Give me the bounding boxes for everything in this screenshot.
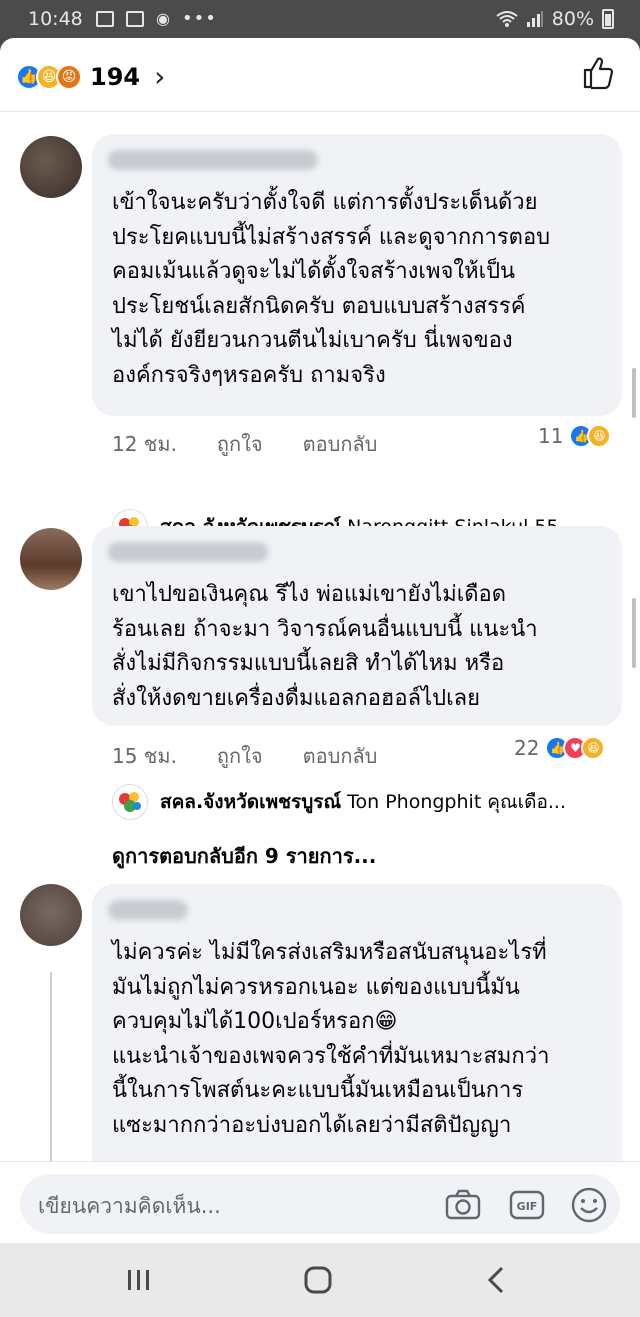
system-nav-bar	[0, 1243, 640, 1317]
like-comment-button[interactable]: ถูกใจ	[217, 428, 263, 460]
haha-icon: 😆	[587, 424, 612, 448]
comment-text: เข้าใจนะครับว่าตั้งใจดี แต่การตั้งประเด็…	[112, 190, 551, 388]
avatar[interactable]	[20, 884, 82, 946]
reply-preview[interactable]: สคล.จังหวัดเพชรบูรณ์ Ton Phongphit คุณเด…	[112, 784, 566, 820]
reply-button[interactable]: ตอบกลับ	[303, 428, 378, 460]
thread-line	[50, 972, 52, 1162]
status-time: 10:48	[28, 8, 83, 30]
comment-input-placeholder: เขียนความคิดเห็น...	[38, 1194, 221, 1218]
more-notifications-icon: •••	[181, 8, 217, 29]
comment-bubble[interactable]: เข้าใจนะครับว่าตั้งใจดี แต่การตั้งประเด็…	[92, 134, 622, 416]
news-icon	[126, 10, 144, 27]
reply-snippet: Ton Phongphit คุณเดือ...	[347, 791, 567, 813]
view-more-replies-link[interactable]: ดูการตอบกลับอีก 9 รายการ...	[112, 840, 376, 872]
wifi-icon	[496, 11, 518, 27]
avatar[interactable]	[20, 136, 82, 198]
reply-button[interactable]: ตอบกลับ	[303, 740, 378, 772]
comment-text: ไม่ควรค่ะ ไม่มีใครส่งเสริมหรือสนับสนุนอะ…	[112, 940, 550, 1138]
gallery-icon	[96, 10, 114, 27]
comment-reaction-count: 11	[538, 424, 564, 448]
page-avatar	[112, 784, 148, 820]
system-icons: 80%	[496, 8, 614, 30]
comment-composer: เขียนความคิดเห็น... GIF	[0, 1161, 640, 1243]
scrollbar-thumb-secondary[interactable]	[632, 598, 636, 668]
like-button[interactable]	[582, 56, 614, 90]
author-name-blurred[interactable]	[108, 900, 188, 920]
comment-text: เขาไปขอเงินคุณ รึไง พ่อแม่เขายังไม่เดือด…	[112, 582, 538, 711]
back-icon[interactable]	[480, 1265, 514, 1295]
camera-icon[interactable]	[444, 1186, 482, 1224]
like-comment-button[interactable]: ถูกใจ	[217, 740, 263, 772]
comment-reaction-count: 22	[514, 736, 540, 760]
chevron-right-icon: ›	[154, 60, 166, 93]
avatar[interactable]	[20, 528, 82, 590]
comments-sheet: 👍 😆 😡 194 › เข้าใจนะครับว่าตั้งใจดี แต่ก…	[0, 38, 640, 1243]
page-logo-icon	[119, 792, 141, 812]
gif-icon[interactable]: GIF	[508, 1186, 546, 1224]
comment-reactions[interactable]: 11 👍 😆	[538, 424, 612, 448]
reactions-header: 👍 😆 😡 194 ›	[0, 38, 640, 112]
notification-icons: ◉ •••	[96, 8, 217, 29]
reactions-summary[interactable]: 👍 😆 😡 194 ›	[16, 60, 165, 93]
author-name-blurred[interactable]	[108, 150, 318, 170]
comment-time: 15 ชม.	[112, 744, 177, 768]
emoji-icon[interactable]	[570, 1186, 608, 1224]
comment-input[interactable]: เขียนความคิดเห็น... GIF	[20, 1174, 620, 1234]
author-name-blurred[interactable]	[108, 542, 268, 562]
comment-time: 12 ชม.	[112, 432, 177, 456]
reply-author: สคล.จังหวัดเพชรบูรณ์	[160, 791, 342, 813]
comment-bubble[interactable]: ไม่ควรค่ะ ไม่มีใครส่งเสริมหรือสนับสนุนอะ…	[92, 884, 622, 1184]
home-icon[interactable]	[301, 1265, 335, 1295]
scrollbar-thumb[interactable]	[632, 368, 636, 418]
comment-actions: 12 ชม. ถูกใจ ตอบกลับ	[112, 428, 377, 460]
signal-icon	[526, 11, 543, 27]
angry-icon: 😡	[56, 63, 82, 90]
svg-text:GIF: GIF	[517, 1200, 538, 1213]
haha-icon: 😆	[581, 736, 606, 760]
comment-actions: 15 ชม. ถูกใจ ตอบกลับ	[112, 740, 377, 772]
battery-icon	[602, 9, 614, 29]
comment-bubble[interactable]: เขาไปขอเงินคุณ รึไง พ่อแม่เขายังไม่เดือด…	[92, 526, 622, 726]
status-bar: 10:48 ◉ ••• 80%	[0, 0, 640, 38]
messenger-icon: ◉	[156, 9, 170, 28]
comment-reactions[interactable]: 22 👍 ♥ 😆	[514, 736, 606, 760]
battery-percent: 80%	[551, 8, 594, 30]
reaction-count: 194	[90, 62, 141, 91]
recent-apps-icon[interactable]	[122, 1265, 156, 1295]
